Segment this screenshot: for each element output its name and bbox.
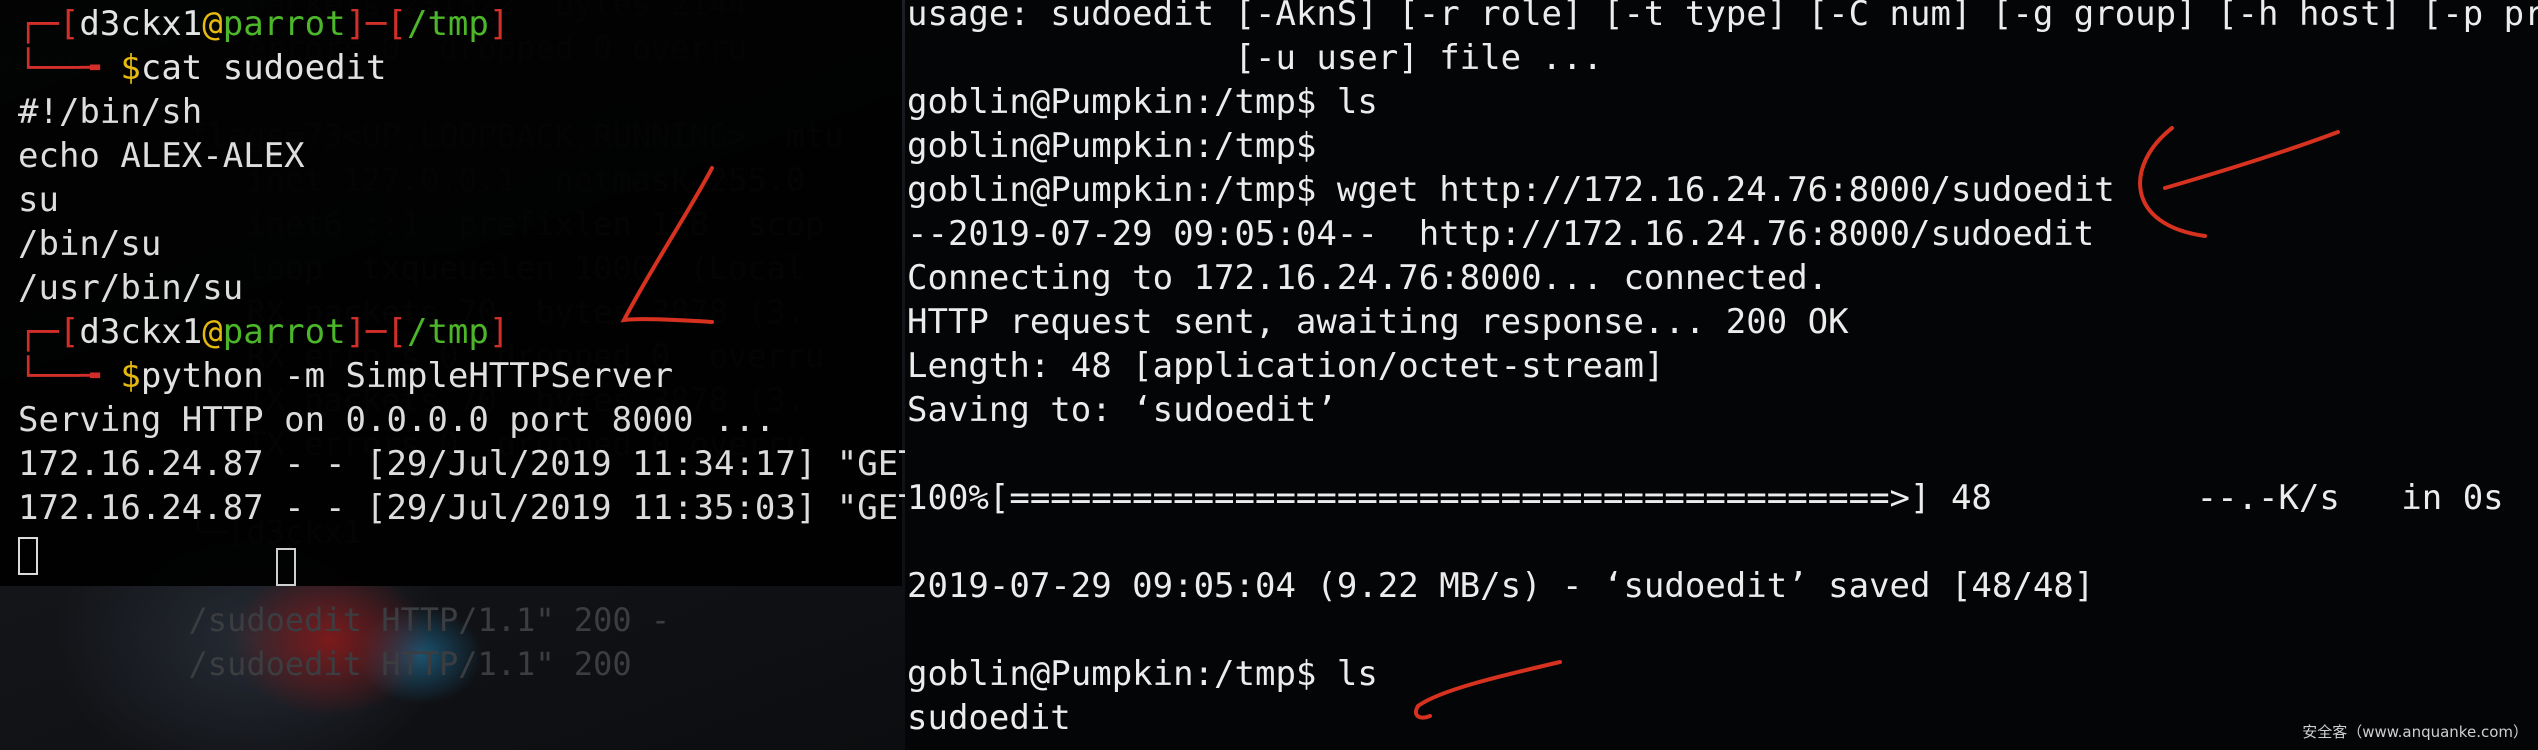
arrow-annotation-wget-line	[2163, 130, 2340, 190]
watermark: 安全客（www.anquanke.com）	[2302, 723, 2528, 741]
arrow-annotation-wget	[2138, 126, 2207, 238]
arrow-annotation-left	[620, 166, 714, 324]
annotation-layer	[620, 126, 2340, 720]
arrow-annotation-ls	[1413, 660, 1562, 720]
